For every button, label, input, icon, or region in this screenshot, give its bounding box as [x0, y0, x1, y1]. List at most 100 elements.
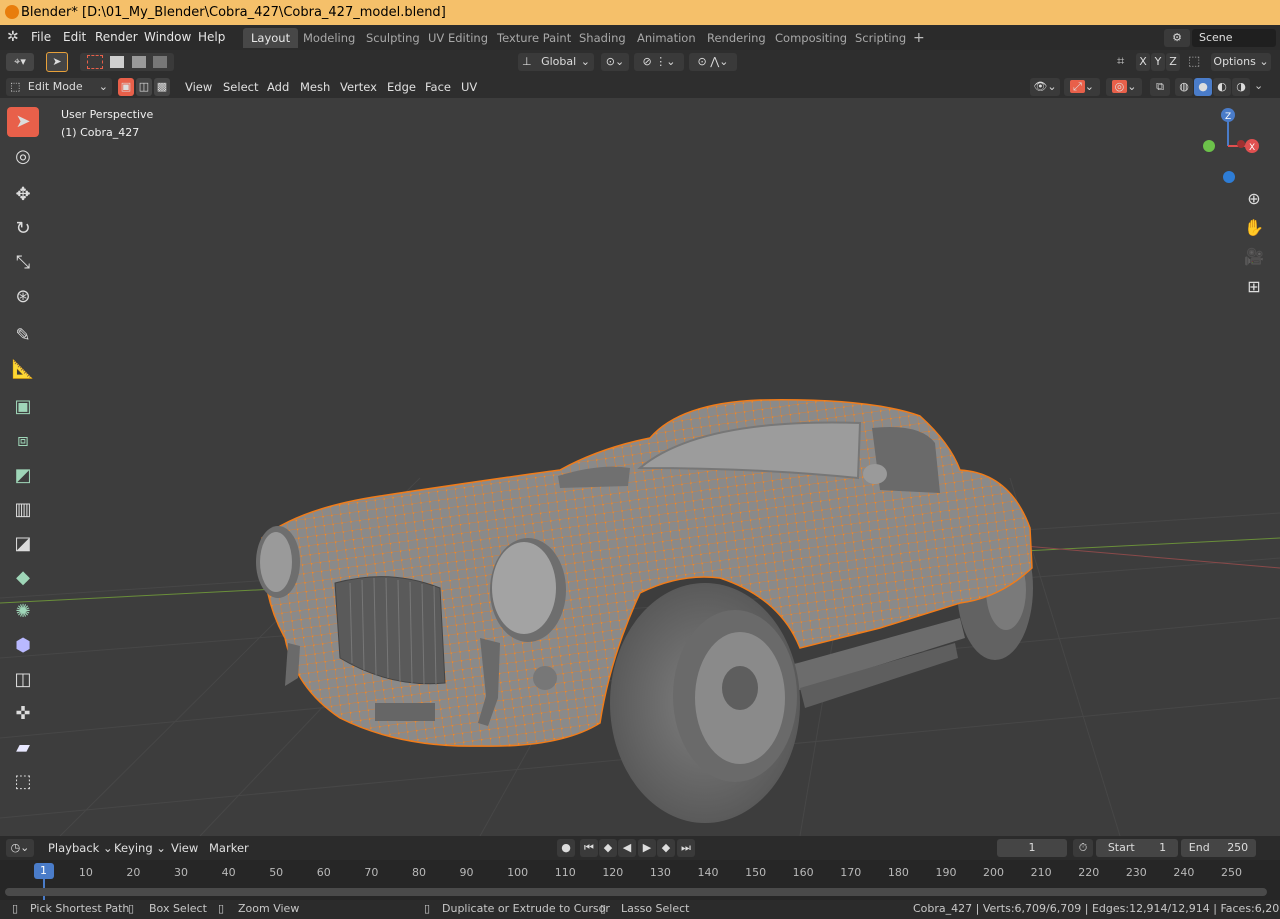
- inset-faces-tool-icon[interactable]: ⧈: [7, 426, 39, 456]
- menu-face[interactable]: Face: [425, 78, 451, 96]
- select-subtract-icon[interactable]: [131, 56, 146, 68]
- mirror-x-toggle[interactable]: X: [1136, 53, 1150, 71]
- scene-selector-icon[interactable]: ⚙: [1164, 29, 1190, 47]
- menu-view[interactable]: View: [185, 78, 212, 96]
- snapping-dropdown[interactable]: ⊘ ⋮⌄: [634, 53, 684, 71]
- material-shading-icon[interactable]: ◐: [1213, 78, 1231, 96]
- rip-region-tool-icon[interactable]: ⬚: [7, 767, 39, 797]
- tab-texture-paint[interactable]: Texture Paint: [489, 28, 579, 48]
- menu-add[interactable]: Add: [267, 78, 289, 96]
- transform-tool-icon[interactable]: ⊛: [7, 282, 39, 312]
- vertex-select-mode-icon[interactable]: ▣: [118, 78, 134, 96]
- menu-select[interactable]: Select: [223, 78, 258, 96]
- start-frame-field[interactable]: Start 1: [1096, 839, 1178, 857]
- tab-uv-editing[interactable]: UV Editing: [420, 28, 496, 48]
- move-tool-icon[interactable]: ✥: [7, 180, 39, 210]
- pan-view-hand-icon[interactable]: ✋: [1241, 215, 1267, 241]
- menu-file[interactable]: File: [31, 30, 51, 44]
- 3d-viewport[interactable]: User Perspective (1) Cobra_427 Z X ⊕ ✋ 🎥…: [0, 98, 1280, 836]
- tweak-select-icon[interactable]: ➤: [46, 52, 68, 72]
- face-select-mode-icon[interactable]: ▩: [154, 78, 170, 96]
- menu-edge[interactable]: Edge: [387, 78, 416, 96]
- extrude-region-tool-icon[interactable]: ▣: [7, 392, 39, 422]
- mirror-y-toggle[interactable]: Y: [1151, 53, 1165, 71]
- menu-mesh[interactable]: Mesh: [300, 78, 330, 96]
- add-workspace-button[interactable]: +: [905, 28, 933, 48]
- rendered-shading-icon[interactable]: ◑: [1232, 78, 1250, 96]
- end-frame-field[interactable]: End 250: [1181, 839, 1256, 857]
- menu-render[interactable]: Render: [95, 30, 138, 44]
- options-dropdown[interactable]: Options ⌄: [1211, 53, 1271, 71]
- tab-compositing[interactable]: Compositing: [767, 28, 855, 48]
- tab-sculpting[interactable]: Sculpting: [358, 28, 428, 48]
- edge-select-mode-icon[interactable]: ◫: [136, 78, 152, 96]
- play-reverse-icon[interactable]: ◀: [618, 839, 636, 857]
- visibility-dropdown[interactable]: 👁⌄: [1030, 78, 1060, 96]
- blender-menu-icon[interactable]: ✲: [7, 29, 19, 45]
- tab-animation[interactable]: Animation: [629, 28, 704, 48]
- current-frame-field[interactable]: 1: [997, 839, 1067, 857]
- play-icon[interactable]: ▶: [638, 839, 656, 857]
- menu-uv[interactable]: UV: [461, 78, 477, 96]
- menu-marker[interactable]: Marker: [209, 839, 249, 857]
- perspective-toggle-grid-icon[interactable]: ⊞: [1241, 274, 1267, 300]
- poly-build-tool-icon[interactable]: ◆: [7, 563, 39, 593]
- wireframe-shading-icon[interactable]: ◍: [1175, 78, 1193, 96]
- zoom-view-icon[interactable]: ⊕: [1241, 186, 1267, 212]
- menu-help[interactable]: Help: [198, 30, 225, 44]
- scene-field[interactable]: Scene: [1192, 29, 1276, 47]
- camera-view-icon[interactable]: 🎥: [1241, 244, 1267, 270]
- select-intersect-icon[interactable]: [153, 56, 168, 68]
- menu-edit[interactable]: Edit: [63, 30, 86, 44]
- frame-tick-label: 70: [364, 866, 379, 879]
- mode-dropdown[interactable]: ⬚ Edit Mode ⌄: [6, 78, 112, 96]
- solid-shading-icon[interactable]: ●: [1194, 78, 1212, 96]
- mirror-z-toggle[interactable]: Z: [1166, 53, 1180, 71]
- navigation-gizmo[interactable]: Z X: [1198, 106, 1268, 186]
- transform-orientation-dropdown[interactable]: ⊥ Global ⌄: [518, 53, 594, 71]
- tab-rendering[interactable]: Rendering: [699, 28, 774, 48]
- rotate-tool-icon[interactable]: ↻: [7, 214, 39, 244]
- menu-keying[interactable]: Keying ⌄: [114, 839, 166, 857]
- shear-tool-icon[interactable]: ▰: [7, 733, 39, 763]
- select-mode-buttons[interactable]: [80, 53, 174, 71]
- spin-tool-icon[interactable]: ✺: [7, 597, 39, 627]
- select-extend-icon[interactable]: [110, 56, 125, 68]
- measure-tool-icon[interactable]: 📐: [7, 355, 39, 385]
- jump-start-icon[interactable]: ⏮: [580, 839, 598, 857]
- select-new-icon[interactable]: [86, 55, 103, 69]
- shading-options-chevron-icon[interactable]: ⌄: [1254, 79, 1263, 92]
- scale-tool-icon[interactable]: ⤡: [7, 248, 39, 278]
- edge-slide-tool-icon[interactable]: ◫: [7, 665, 39, 695]
- tab-shading[interactable]: Shading: [571, 28, 634, 48]
- tab-layout[interactable]: Layout: [243, 28, 299, 48]
- preview-range-stopwatch-icon[interactable]: ⏱: [1073, 839, 1093, 857]
- select-box-tool-icon[interactable]: ➤: [7, 107, 39, 137]
- jump-end-icon[interactable]: ⏭: [677, 839, 695, 857]
- gizmo-toggle[interactable]: ⤢ ⌄: [1064, 78, 1100, 96]
- tab-modeling[interactable]: Modeling: [295, 28, 363, 48]
- menu-playback[interactable]: Playback ⌄: [48, 839, 113, 857]
- jump-keyframe-back-icon[interactable]: ◆: [599, 839, 617, 857]
- jump-keyframe-forward-icon[interactable]: ◆: [657, 839, 675, 857]
- record-button-icon[interactable]: ●: [557, 839, 575, 857]
- editor-type-button[interactable]: ⌖▾: [6, 53, 34, 71]
- smooth-tool-icon[interactable]: ⬢: [7, 631, 39, 661]
- pivot-point-dropdown[interactable]: ⊙⌄: [601, 53, 629, 71]
- bevel-tool-icon[interactable]: ◩: [7, 461, 39, 491]
- knife-tool-icon[interactable]: ◪: [7, 529, 39, 559]
- menu-window[interactable]: Window: [144, 30, 191, 44]
- overlays-toggle[interactable]: ◎ ⌄: [1106, 78, 1142, 96]
- timeline-editor-type-button[interactable]: ◷⌄: [6, 839, 34, 857]
- menu-vertex[interactable]: Vertex: [340, 78, 377, 96]
- menu-timeline-view[interactable]: View: [171, 839, 198, 857]
- xray-toggle-icon[interactable]: ⧉: [1150, 78, 1170, 96]
- proportional-edit-dropdown[interactable]: ⊙ ⋀⌄: [689, 53, 737, 71]
- loop-cut-tool-icon[interactable]: ▥: [7, 495, 39, 525]
- annotate-tool-icon[interactable]: ✎: [7, 321, 39, 351]
- timeline-scrollbar[interactable]: [5, 888, 1267, 896]
- shrink-fatten-tool-icon[interactable]: ✜: [7, 699, 39, 729]
- timeline-ruler[interactable]: 10 20 30 40 50 60 70 80 90 100 110 120 130 140 150 160 1…: [0, 860, 1280, 900]
- cursor-tool-icon[interactable]: ◎: [7, 142, 39, 172]
- auto-merge-icon[interactable]: ⬚: [1188, 54, 1200, 69]
